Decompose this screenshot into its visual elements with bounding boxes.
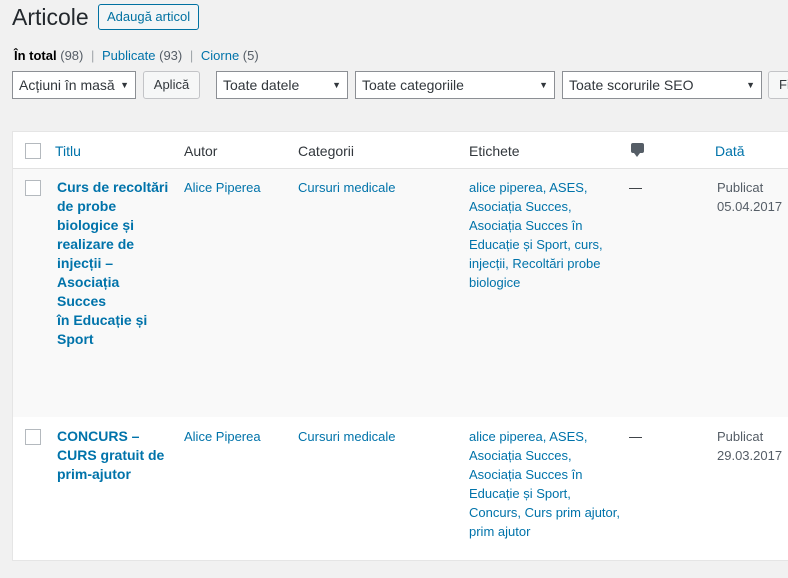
row-checkbox[interactable] bbox=[25, 180, 41, 196]
view-all-link[interactable]: În total bbox=[14, 48, 57, 63]
post-author-link[interactable]: Alice Piperea bbox=[184, 427, 261, 446]
column-date[interactable]: Dată bbox=[715, 142, 745, 160]
view-all-count: (98) bbox=[60, 48, 84, 63]
column-author: Autor bbox=[184, 143, 218, 159]
post-date: Publicat 05.04.2017 bbox=[717, 180, 783, 214]
view-published-link[interactable]: Publicate bbox=[102, 48, 155, 63]
post-title-link[interactable]: Curs de recoltări de probe biologice și re… bbox=[57, 178, 172, 349]
posts-table: Titlu Autor Categorii Etichete Dată Curs… bbox=[12, 131, 788, 561]
post-tags[interactable]: alice piperea, ASES, Asociația Succes, As… bbox=[469, 178, 619, 292]
post-comments-count: — bbox=[629, 429, 642, 444]
post-category-link[interactable]: Cursuri medicale bbox=[298, 427, 396, 446]
view-published-count: (93) bbox=[159, 48, 183, 63]
dropdown-arrow-icon: ▼ bbox=[746, 80, 755, 90]
post-category-link[interactable]: Cursuri medicale bbox=[298, 178, 396, 197]
seo-score-filter-value: Toate scorurile SEO bbox=[569, 77, 694, 93]
date-filter-value: Toate datele bbox=[223, 77, 300, 93]
table-header: Titlu Autor Categorii Etichete Dată bbox=[13, 132, 788, 169]
view-separator: | bbox=[90, 48, 95, 63]
post-status-views: În total (98) | Publicate (93) | Ciorne … bbox=[14, 47, 259, 65]
category-filter-value: Toate categoriile bbox=[362, 77, 464, 93]
column-categories: Categorii bbox=[298, 143, 355, 159]
category-filter-select[interactable]: Toate categoriile ▼ bbox=[355, 71, 555, 99]
seo-score-filter-select[interactable]: Toate scorurile SEO ▼ bbox=[562, 71, 762, 99]
comments-column-icon[interactable] bbox=[631, 143, 644, 157]
view-drafts-count: (5) bbox=[242, 48, 259, 63]
view-drafts-link[interactable]: Ciorne bbox=[201, 48, 239, 63]
add-new-post-button[interactable]: Adaugă articol bbox=[98, 4, 200, 30]
post-tags[interactable]: alice piperea, ASES, Asociația Succes, As… bbox=[469, 427, 629, 541]
bulk-actions-select[interactable]: Acțiuni în masă ▼ bbox=[12, 71, 136, 99]
view-separator: | bbox=[189, 48, 194, 63]
filter-button[interactable]: Fi bbox=[768, 71, 788, 99]
bulk-actions-value: Acțiuni în masă bbox=[19, 77, 115, 93]
dropdown-arrow-icon: ▼ bbox=[120, 80, 129, 90]
page-title: Articole bbox=[12, 4, 89, 30]
post-author-link[interactable]: Alice Piperea bbox=[184, 178, 261, 197]
post-comments-count: — bbox=[629, 180, 642, 195]
post-title-link[interactable]: CONCURS – CURS gratuit de prim-ajutor bbox=[57, 427, 172, 484]
table-row: Curs de recoltări de probe biologice și re… bbox=[13, 169, 788, 417]
table-row: CONCURS – CURS gratuit de prim-ajutor Ali… bbox=[13, 418, 788, 578]
column-tags: Etichete bbox=[469, 143, 520, 159]
date-filter-select[interactable]: Toate datele ▼ bbox=[216, 71, 348, 99]
apply-bulk-button[interactable]: Aplică bbox=[143, 71, 200, 99]
dropdown-arrow-icon: ▼ bbox=[332, 80, 341, 90]
row-checkbox[interactable] bbox=[25, 429, 41, 445]
column-title[interactable]: Titlu bbox=[55, 142, 81, 160]
dropdown-arrow-icon: ▼ bbox=[539, 80, 548, 90]
select-all-checkbox[interactable] bbox=[25, 143, 41, 159]
post-date: Publicat 29.03.2017 bbox=[717, 429, 783, 463]
